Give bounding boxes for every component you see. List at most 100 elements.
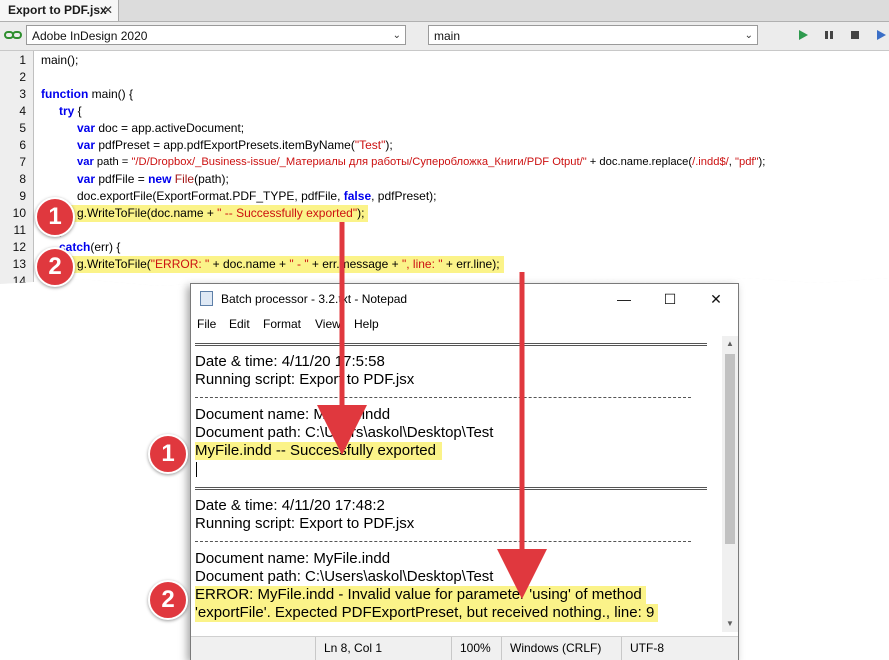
cursor-position: Ln 8, Col 1	[315, 637, 451, 660]
line-number-gutter: 1 2 3 4 5 6 7 8 9 10 11 12 13 14	[0, 51, 34, 287]
annotation-badge-1: 1	[148, 434, 188, 474]
code-keyword: var	[77, 172, 96, 186]
log-line: Document path: C:\Users\askol\Desktop\Te…	[195, 424, 494, 441]
editor-toolbar: Adobe InDesign 2020 ⌄ main ⌄	[0, 22, 889, 51]
notepad-status-bar: Ln 8, Col 1 100% Windows (CRLF) UTF-8	[191, 636, 738, 660]
script-editor-window: Export to PDF.jsx ✕ Adobe InDesign 2020 …	[0, 0, 889, 287]
menu-format[interactable]: Format	[263, 314, 301, 334]
notepad-window: Batch processor - 3.2.txt - Notepad — ☐ …	[190, 283, 739, 660]
code-line: var path = "/D/Dropbox/_Business-issue/_…	[77, 154, 765, 171]
scroll-down-icon[interactable]: ▼	[722, 616, 738, 632]
document-tab-title: Export to PDF.jsx	[8, 3, 107, 17]
code-text: + err.line);	[442, 257, 500, 271]
code-text: + err.message +	[308, 257, 402, 271]
close-button[interactable]: ✕	[693, 284, 739, 314]
separator-line	[195, 487, 707, 490]
menu-file[interactable]: File	[197, 314, 216, 334]
code-string: "/D/Dropbox/_Business-issue/_Материалы д…	[131, 156, 587, 168]
scroll-up-icon[interactable]: ▲	[722, 336, 738, 352]
chevron-down-icon: ⌄	[392, 30, 401, 41]
encoding: UTF-8	[621, 637, 738, 660]
separator-line	[195, 541, 691, 542]
code-line-highlighted: g.WriteToFile(doc.name + " -- Successful…	[70, 205, 369, 222]
code-string: "Test"	[354, 138, 386, 152]
annotation-badge-1: 1	[35, 197, 75, 237]
annotation-badge-2: 2	[148, 580, 188, 620]
code-text: );	[385, 138, 393, 152]
target-application-select[interactable]: Adobe InDesign 2020 ⌄	[26, 25, 406, 45]
log-line: Document name: MyFile.indd	[195, 550, 391, 567]
line-number: 5	[19, 121, 26, 135]
step-icon[interactable]	[874, 28, 888, 42]
code-line: doc.exportFile(ExportFormat.PDF_TYPE, pd…	[77, 188, 437, 205]
code-line: var pdfPreset = app.pdfExportPresets.ite…	[77, 137, 393, 154]
code-text: doc.exportFile(ExportFormat.PDF_TYPE, pd…	[77, 189, 344, 203]
code-line: function main() {	[41, 86, 133, 103]
code-line-highlighted: g.WriteToFile("ERROR: " + doc.name + " -…	[70, 256, 504, 273]
chevron-down-icon: ⌄	[744, 30, 753, 41]
code-text: , pdfPreset);	[371, 189, 437, 203]
document-tab[interactable]: Export to PDF.jsx ✕	[0, 0, 119, 21]
link-icon[interactable]	[4, 30, 22, 40]
line-number: 8	[19, 172, 26, 186]
function-select[interactable]: main ⌄	[428, 25, 758, 45]
code-string: " - "	[289, 257, 309, 271]
code-text: );	[357, 206, 365, 220]
target-application-value: Adobe InDesign 2020	[32, 29, 148, 43]
line-number: 11	[13, 223, 26, 237]
notepad-title-bar[interactable]: Batch processor - 3.2.txt - Notepad — ☐ …	[191, 284, 738, 314]
code-text: doc = app.activeDocument;	[95, 121, 245, 135]
log-line: Running script: Export to PDF.jsx	[195, 371, 415, 388]
document-tab-bar: Export to PDF.jsx ✕	[0, 0, 889, 22]
code-text: path =	[93, 156, 132, 168]
code-keyword: try	[59, 104, 75, 118]
menu-edit[interactable]: Edit	[229, 314, 250, 334]
function-select-value: main	[434, 29, 461, 43]
line-ending: Windows (CRLF)	[501, 637, 621, 660]
separator-line	[195, 397, 691, 398]
scrollbar-thumb[interactable]	[725, 354, 735, 544]
log-line-error: ERROR: MyFile.indd - Invalid value for p…	[195, 586, 646, 604]
line-number: 3	[19, 87, 26, 101]
line-number: 10	[12, 206, 26, 220]
code-text: );	[758, 156, 766, 168]
code-text: g.WriteToFile(doc.name +	[77, 206, 218, 220]
code-string: " -- Successfully exported"	[217, 206, 358, 220]
code-keyword: var	[77, 156, 94, 168]
code-text: (path);	[194, 172, 229, 186]
code-keyword: new	[148, 172, 172, 186]
notepad-text-area[interactable]: Date & time: 4/11/20 17:5:58 Running scr…	[193, 336, 720, 632]
maximize-button[interactable]: ☐	[647, 284, 693, 314]
code-keyword: var	[77, 121, 96, 135]
stop-icon[interactable]	[848, 28, 862, 42]
menu-help[interactable]: Help	[354, 314, 379, 334]
code-text: {	[74, 104, 82, 118]
vertical-scrollbar[interactable]: ▲ ▼	[722, 336, 738, 632]
code-keyword: false	[343, 189, 372, 203]
code-text: pdfPreset = app.pdfExportPresets.itemByN…	[95, 138, 355, 152]
text-cursor	[196, 462, 197, 477]
code-line: var doc = app.activeDocument;	[77, 120, 244, 137]
notepad-title: Batch processor - 3.2.txt - Notepad	[221, 292, 408, 306]
code-string: "pdf"	[735, 156, 759, 168]
menu-view[interactable]: View	[315, 314, 341, 334]
notepad-menu-bar: File Edit Format View Help	[191, 314, 738, 334]
code-class: File	[174, 172, 195, 186]
line-number: 13	[12, 257, 26, 271]
pause-icon[interactable]	[822, 28, 836, 42]
log-line-success: MyFile.indd -- Successfully exported	[195, 442, 442, 460]
code-keyword: var	[77, 138, 96, 152]
code-text: g.WriteToFile(	[77, 257, 151, 271]
code-string: ", line: "	[401, 257, 443, 271]
code-text: + doc.name +	[209, 257, 290, 271]
code-text: main() {	[88, 87, 134, 101]
code-text: + doc.name.replace(	[586, 156, 693, 168]
close-tab-icon[interactable]: ✕	[103, 0, 113, 21]
log-line: Running script: Export to PDF.jsx	[195, 515, 415, 532]
code-line: main();	[41, 53, 79, 67]
run-icon[interactable]	[796, 28, 810, 42]
minimize-button[interactable]: —	[601, 284, 647, 314]
log-line: Date & time: 4/11/20 17:48:2	[195, 497, 385, 514]
code-area[interactable]: 1 2 3 4 5 6 7 8 9 10 11 12 13 14 main();…	[0, 51, 889, 287]
code-regex: /.indd$/	[692, 156, 729, 168]
